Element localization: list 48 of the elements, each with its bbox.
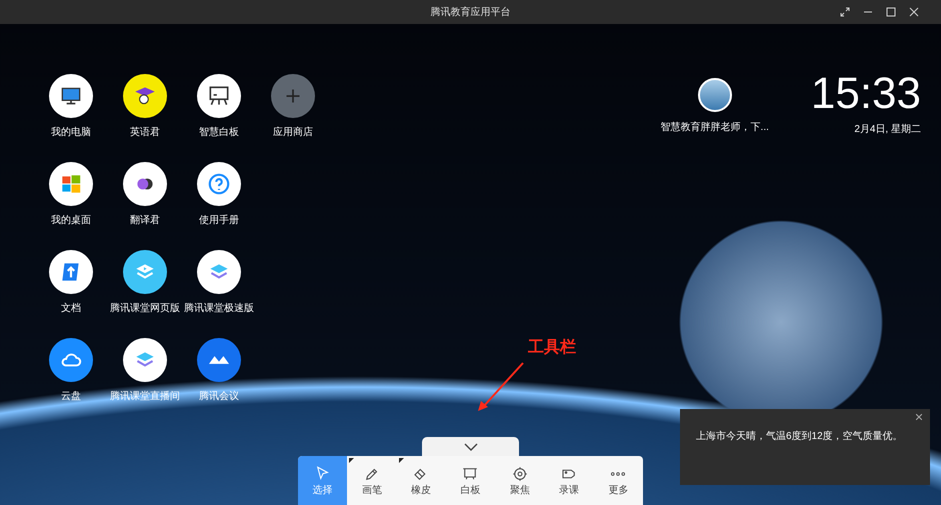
annotation-arrow <box>477 362 525 412</box>
close-icon[interactable] <box>916 414 922 420</box>
app-icon-button[interactable] <box>49 162 93 206</box>
app-icon-button[interactable] <box>123 162 167 206</box>
clock-date: 2月4日, 星期二 <box>854 122 921 137</box>
toolbar-button[interactable]: 更多 <box>594 456 643 505</box>
app-label: 腾讯课堂直播间 <box>110 390 180 404</box>
app-icon-button[interactable] <box>49 250 93 294</box>
toolbar-button[interactable]: 橡皮 <box>396 456 446 505</box>
close-icon[interactable] <box>909 7 919 17</box>
app-icon-button[interactable] <box>123 74 167 118</box>
app-label: 英语君 <box>130 126 160 140</box>
app-label: 翻译君 <box>130 214 160 228</box>
window-title: 腾讯教育应用平台 <box>430 6 510 20</box>
app-label: 智慧白板 <box>199 126 239 140</box>
fullscreen-icon[interactable] <box>840 7 850 17</box>
notification-text: 上海市今天晴，气温6度到12度，空气质量优。 <box>696 431 903 442</box>
app-label: 文档 <box>61 302 81 316</box>
clock-time: 15:33 <box>810 72 921 116</box>
toolbar-button[interactable]: 聚焦 <box>495 456 544 505</box>
app-icon-button[interactable] <box>123 338 167 382</box>
help-icon <box>206 171 232 197</box>
app-icon-button[interactable] <box>123 250 167 294</box>
app-icon-button[interactable] <box>49 338 93 382</box>
app-icon-button[interactable] <box>49 74 93 118</box>
target-icon <box>510 465 529 483</box>
toolbar-button[interactable]: 录课 <box>544 456 594 505</box>
app-icon-button[interactable] <box>197 74 241 118</box>
maximize-icon[interactable] <box>886 7 896 17</box>
app-icon-button[interactable] <box>197 162 241 206</box>
avatar-photo[interactable] <box>698 78 732 112</box>
app-icon-button[interactable] <box>197 250 241 294</box>
toolbar-button[interactable]: 白板 <box>446 456 496 505</box>
app-label: 云盘 <box>61 390 81 404</box>
app-icon-button[interactable] <box>197 338 241 382</box>
annotation-label: 工具栏 <box>528 340 576 356</box>
mountain-logo-icon <box>209 356 229 364</box>
profile-name: 智慧教育胖胖老师，下... <box>660 120 769 135</box>
more-icon <box>611 472 626 476</box>
app-label: 应用商店 <box>273 126 313 140</box>
chevron-down-icon <box>464 442 478 450</box>
app-label: 使用手册 <box>199 214 239 228</box>
app-label: 我的桌面 <box>51 214 91 228</box>
app-label: 腾讯课堂网页版 <box>110 302 180 316</box>
toolbar-button[interactable]: 画笔 <box>347 456 397 505</box>
app-label: 腾讯课堂极速版 <box>184 302 254 316</box>
app-label: 我的电脑 <box>51 126 91 140</box>
app-label: 腾讯会议 <box>199 390 239 404</box>
